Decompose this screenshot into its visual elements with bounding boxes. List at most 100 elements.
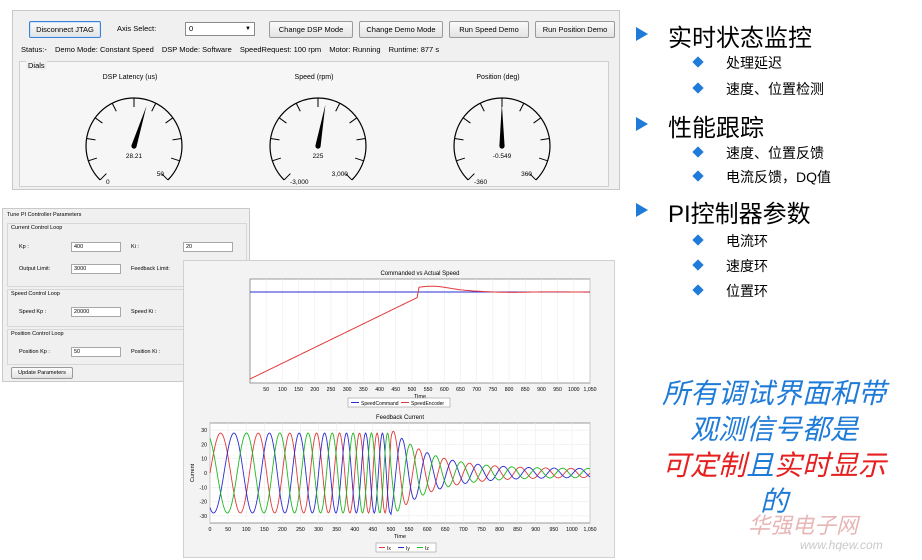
dial-value: 225 — [313, 153, 324, 160]
current-kp-label: Kp : — [19, 244, 29, 250]
speed-loop-title: Speed Control Loop — [11, 291, 60, 297]
chart1-x-tick-label: 550 — [424, 387, 433, 393]
status-bar: Status:- Demo Mode: Constant Speed DSP M… — [21, 45, 445, 54]
output-limit-input[interactable]: 3000 — [71, 264, 121, 274]
dial-hub — [315, 143, 321, 149]
chart2-title: Feedback Current — [376, 415, 424, 421]
dial-value: -0.549 — [493, 153, 512, 160]
sub-bullet-current-loop: 电流环 — [726, 233, 768, 249]
chart1-x-tick-label: 250 — [327, 387, 336, 393]
slogan-line-3: 可定制且实时显示 — [634, 448, 914, 484]
watermark-url: www.hqew.com — [800, 538, 883, 552]
chart2-y-tick-label: 30 — [201, 428, 207, 434]
dial-tick — [533, 117, 542, 124]
axis-select-label: Axis Select: — [117, 24, 157, 33]
position-kp-input[interactable]: 50 — [71, 347, 121, 357]
current-loop-title: Current Control Loop — [11, 225, 63, 231]
chart1-x-tick-label: 150 — [294, 387, 303, 393]
speed-kp-input[interactable]: 20000 — [71, 307, 121, 317]
current-kp-input[interactable]: 400 — [71, 242, 121, 252]
chart2-legend-label: Iz — [425, 546, 429, 552]
position-kp-label: Position Kp : — [19, 349, 50, 355]
bullet-triangle-icon — [636, 117, 648, 131]
chart1-x-tick-label: 650 — [456, 387, 465, 393]
bullet-diamond-icon — [692, 259, 704, 271]
dial-max-label: 50 — [157, 171, 165, 178]
chart1-x-tick-label: 900 — [537, 387, 546, 393]
charts-window: Commanded vs Actual Speed 50 100 150 200 250 3… — [183, 260, 615, 558]
chart2-y-tick-label: 20 — [201, 442, 207, 448]
dial-tick — [356, 137, 366, 141]
chart2-x-tick-label: 500 — [387, 527, 396, 533]
sub-bullet-position-loop: 位置环 — [726, 283, 768, 299]
chart2-legend-label: Iy — [406, 546, 410, 552]
bullet-diamond-icon — [692, 234, 704, 246]
chart1-x-tick-label: 1000 — [568, 387, 580, 393]
chart2-x-tick-label: 50 — [225, 527, 231, 533]
dial-tick — [456, 157, 466, 162]
bullet-diamond-icon — [692, 82, 704, 94]
dial-tick — [151, 103, 157, 112]
chevron-down-icon: ▼ — [245, 26, 251, 32]
dial-needle — [131, 105, 147, 147]
chart2-y-tick-label: 0 — [204, 471, 207, 477]
chart1-x-tick-label: 500 — [408, 387, 417, 393]
dial-hub — [131, 143, 137, 149]
chart1-x-tick-label: 700 — [472, 387, 481, 393]
chart1-x-tick-label: 50 — [263, 387, 269, 393]
axis-select-dropdown[interactable]: 0 ▼ — [185, 22, 255, 36]
position-ki-label: Position Ki : — [131, 349, 161, 355]
output-limit-label: Output Limit: — [19, 266, 51, 272]
chart2-x-tick-label: 550 — [405, 527, 414, 533]
run-speed-demo-button[interactable]: Run Speed Demo — [449, 21, 529, 38]
feedback-limit-label: Feedback Limit: — [131, 266, 170, 272]
bullet-diamond-icon — [692, 56, 704, 68]
chart2-x-tick-label: 150 — [260, 527, 269, 533]
status-speed-request: SpeedRequest: 100 rpm — [239, 45, 322, 54]
bullet-performance-tracking: 性能跟踪 — [668, 115, 764, 142]
chart2-x-tick-label: 250 — [296, 527, 305, 533]
chart2-y-tick-label: -30 — [200, 514, 208, 520]
chart2-x-tick-label: 700 — [459, 527, 468, 533]
sub-bullet-latency: 处理延迟 — [726, 55, 782, 71]
dial-tick — [272, 157, 282, 162]
dial-tick — [519, 103, 525, 112]
chart2-x-tick-label: 900 — [531, 527, 540, 533]
sub-bullet-current-feedback: 电流反馈，DQ值 — [726, 169, 831, 185]
chart2-x-tick-label: 350 — [332, 527, 341, 533]
run-position-demo-button[interactable]: Run Position Demo — [535, 21, 615, 38]
change-demo-mode-button[interactable]: Change Demo Mode — [359, 21, 443, 38]
speed-kp-label: Speed Kp : — [19, 309, 47, 315]
chart1-x-tick-label: 100 — [278, 387, 287, 393]
bullet-diamond-icon — [692, 170, 704, 182]
dial-hub — [499, 143, 505, 149]
dial-tick — [172, 137, 182, 141]
chart1-x-tick-label: 350 — [359, 387, 368, 393]
dial-tick — [354, 157, 364, 162]
dial-tick — [170, 157, 180, 162]
sub-bullet-speed-feedback: 速度、位置反馈 — [726, 145, 824, 161]
dial-tick — [538, 157, 548, 162]
dial-tick — [88, 157, 98, 162]
dial-value: 28.21 — [126, 153, 143, 160]
disconnect-jtag-button[interactable]: Disconnect JTAG — [29, 21, 101, 38]
dials-svg: 28.21 0 50 225 -3,000 3,000 -0.549 -360 360 — [85, 97, 551, 186]
dial-tick — [349, 117, 358, 124]
chart1-x-tick-label: 850 — [521, 387, 530, 393]
dial-min-label: -360 — [474, 179, 487, 186]
update-parameters-button[interactable]: Update Parameters — [11, 367, 73, 379]
bullet-realtime-monitor: 实时状态监控 — [668, 25, 812, 52]
slogan-and: 且 — [745, 450, 774, 481]
chart2-ylabel: Current — [190, 463, 196, 482]
chart2-x-tick-label: 200 — [278, 527, 287, 533]
current-ki-input[interactable]: 20 — [183, 242, 233, 252]
chart1-x-tick-label: 400 — [375, 387, 384, 393]
dial-needle — [315, 104, 326, 147]
dial-tick — [295, 103, 301, 112]
sub-bullet-speed-position: 速度、位置检测 — [726, 81, 824, 97]
status-demo-mode: Demo Mode: Constant Speed — [54, 45, 154, 54]
slogan-line-1: 所有调试界面和带 — [661, 378, 886, 409]
dials-group: Dials DSP Latency (us) Speed (rpm) Posit… — [19, 61, 609, 187]
speed-ki-label: Speed Ki : — [131, 309, 157, 315]
change-dsp-mode-button[interactable]: Change DSP Mode — [269, 21, 353, 38]
